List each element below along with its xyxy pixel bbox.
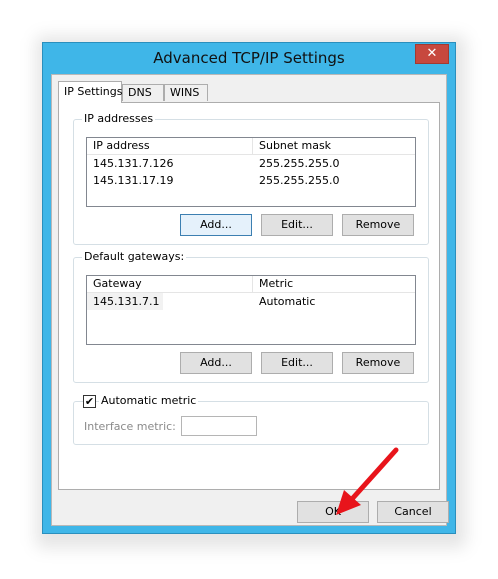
ip-addresses-group: IP addresses IP address Subnet mask 145.… — [73, 112, 429, 245]
column-header-subnet-mask[interactable]: Subnet mask — [253, 138, 415, 154]
automatic-metric-group: ✔ Automatic metric Interface metric: — [73, 394, 429, 445]
ip-edit-button[interactable]: Edit... — [261, 214, 333, 236]
close-icon: ✕ — [426, 46, 438, 61]
interface-metric-input[interactable] — [181, 416, 257, 436]
table-row[interactable]: 145.131.17.19 255.255.255.0 — [87, 172, 415, 189]
table-row[interactable]: 145.131.7.1 Automatic — [87, 293, 415, 310]
ok-button[interactable]: OK — [297, 501, 369, 523]
ip-remove-button[interactable]: Remove — [342, 214, 414, 236]
gateway-edit-button[interactable]: Edit... — [261, 352, 333, 374]
dialog-client-area: IP Settings DNS WINS IP addresses IP add… — [51, 74, 449, 526]
title-bar[interactable]: Advanced TCP/IP Settings ✕ — [43, 43, 455, 73]
default-gateways-group: Default gateways: Gateway Metric 145.131… — [73, 250, 429, 383]
ip-address-list[interactable]: IP address Subnet mask 145.131.7.126 255… — [86, 137, 416, 207]
subnet-mask-cell: 255.255.255.0 — [259, 157, 340, 170]
gateway-list[interactable]: Gateway Metric 145.131.7.1 Automatic — [86, 275, 416, 345]
close-button[interactable]: ✕ — [415, 44, 449, 64]
interface-metric-label: Interface metric: — [84, 420, 176, 433]
gateway-cell: 145.131.7.1 — [87, 293, 163, 310]
ip-list-header: IP address Subnet mask — [87, 138, 415, 155]
gateway-list-header: Gateway Metric — [87, 276, 415, 293]
column-header-gateway[interactable]: Gateway — [87, 276, 253, 292]
column-header-ip-address[interactable]: IP address — [87, 138, 253, 154]
tab-wins[interactable]: WINS — [164, 84, 208, 101]
tab-ip-settings[interactable]: IP Settings — [58, 81, 123, 103]
default-gateways-group-label: Default gateways: — [82, 250, 187, 263]
gateway-remove-button[interactable]: Remove — [342, 352, 414, 374]
cancel-button[interactable]: Cancel — [377, 501, 449, 523]
gateway-add-button[interactable]: Add... — [180, 352, 252, 374]
ip-address-cell: 145.131.7.126 — [93, 157, 174, 170]
subnet-mask-cell: 255.255.255.0 — [259, 174, 340, 187]
automatic-metric-label[interactable]: Automatic metric — [99, 394, 199, 407]
ip-addresses-group-label: IP addresses — [82, 112, 156, 125]
ip-settings-panel: IP addresses IP address Subnet mask 145.… — [58, 102, 440, 490]
column-header-metric[interactable]: Metric — [253, 276, 415, 292]
ip-add-button[interactable]: Add... — [180, 214, 252, 236]
checkmark-icon: ✔ — [84, 395, 95, 408]
ip-address-cell: 145.131.17.19 — [93, 174, 174, 187]
window-title: Advanced TCP/IP Settings — [153, 49, 345, 67]
metric-cell: Automatic — [259, 295, 316, 308]
automatic-metric-checkbox[interactable]: ✔ — [83, 395, 96, 408]
tab-dns[interactable]: DNS — [122, 84, 164, 101]
dialog-window: Advanced TCP/IP Settings ✕ IP Settings D… — [42, 42, 456, 534]
table-row[interactable]: 145.131.7.126 255.255.255.0 — [87, 155, 415, 172]
